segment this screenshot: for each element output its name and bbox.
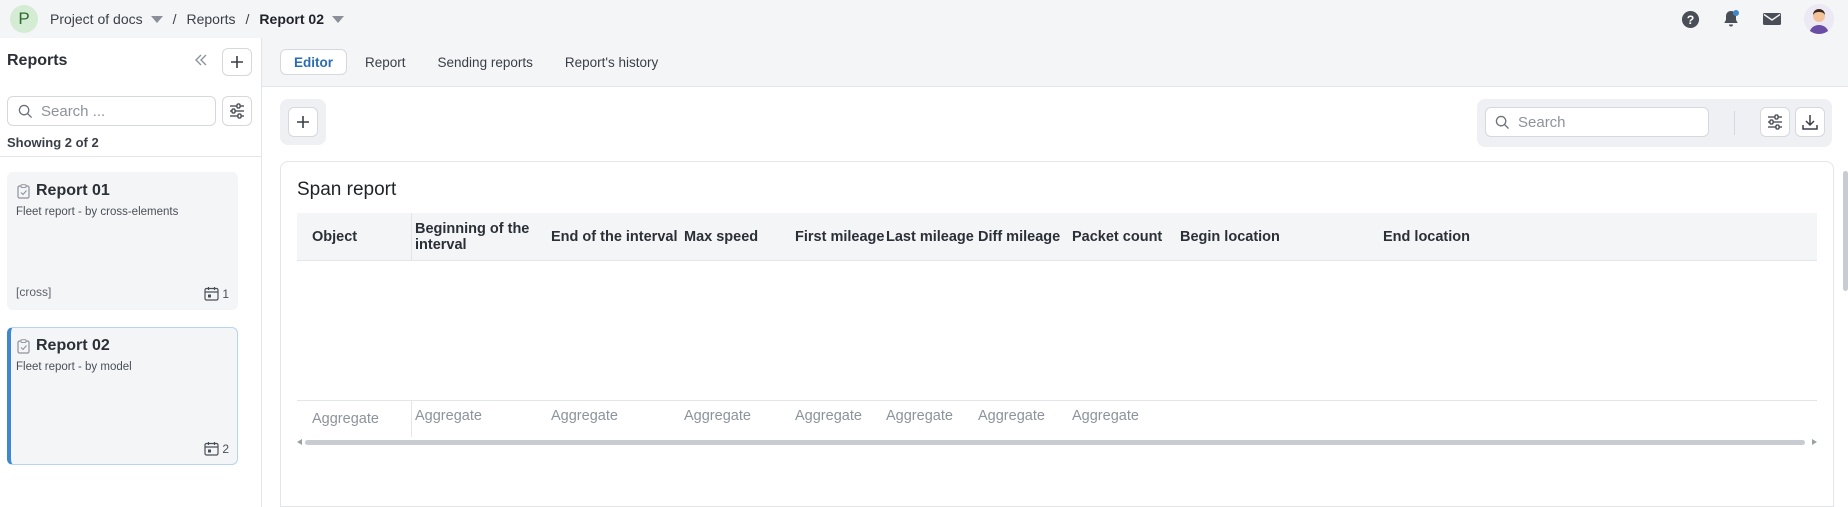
- column-header[interactable]: End of the interval: [551, 213, 678, 261]
- breadcrumb-separator: /: [172, 11, 177, 27]
- chevron-down-icon[interactable]: [150, 15, 163, 23]
- column-header[interactable]: Max speed: [684, 213, 758, 261]
- aggregate-cell[interactable]: Aggregate: [978, 401, 1045, 431]
- tab-report[interactable]: Report: [351, 49, 420, 75]
- column-header[interactable]: Object: [297, 213, 412, 261]
- aggregate-cell[interactable]: Aggregate: [297, 401, 412, 437]
- column-header[interactable]: Beginning of the interval: [415, 213, 543, 261]
- calendar-icon: [204, 287, 219, 301]
- report-card-report-02[interactable]: Report 02 Fleet report - by model 2: [7, 327, 238, 465]
- download-button[interactable]: [1795, 107, 1825, 137]
- column-header[interactable]: First mileage: [795, 213, 884, 261]
- scroll-left-icon[interactable]: [297, 439, 302, 445]
- sidebar-search-input[interactable]: [41, 102, 201, 120]
- main-area: Editor Report Sending reports Report's h…: [262, 38, 1848, 507]
- sidebar-filter-button[interactable]: [222, 96, 252, 126]
- column-header[interactable]: Begin location: [1180, 213, 1280, 261]
- editor-content: Span report Object Beginning of the inte…: [262, 87, 1848, 507]
- table-search[interactable]: [1485, 107, 1709, 137]
- aggregate-row: Aggregate Aggregate Aggregate Aggregate …: [297, 400, 1817, 437]
- horizontal-scrollbar[interactable]: [297, 438, 1817, 446]
- breadcrumb-current[interactable]: Report 02: [259, 11, 324, 27]
- report-count: 2: [204, 441, 229, 456]
- column-header[interactable]: Last mileage: [886, 213, 974, 261]
- scroll-right-icon[interactable]: [1812, 439, 1817, 445]
- report-subtitle: Fleet report - by model: [16, 361, 132, 373]
- svg-text:?: ?: [1686, 12, 1694, 26]
- tab-bar: Editor Report Sending reports Report's h…: [280, 49, 676, 75]
- tab-editor[interactable]: Editor: [280, 49, 347, 75]
- tab-sending-reports[interactable]: Sending reports: [424, 49, 547, 75]
- breadcrumb: Project of docs / Reports / Report 02: [50, 11, 344, 27]
- search-icon: [1495, 115, 1510, 129]
- report-count-value: 2: [222, 441, 229, 456]
- aggregate-cell[interactable]: Aggregate: [1072, 401, 1139, 431]
- sidebar-title: Reports: [7, 52, 68, 69]
- calendar-icon: [204, 442, 219, 456]
- chevron-down-icon[interactable]: [332, 15, 344, 23]
- tab-reports-history[interactable]: Report's history: [551, 49, 672, 75]
- right-toolbar: [1477, 99, 1832, 147]
- vertical-scrollbar[interactable]: [1843, 161, 1848, 507]
- report-count-value: 1: [222, 286, 229, 301]
- add-element-button[interactable]: [288, 107, 318, 137]
- divider: [1734, 111, 1735, 135]
- aggregate-cell[interactable]: Aggregate: [886, 401, 953, 431]
- mail-icon[interactable]: [1762, 9, 1782, 29]
- report-title: Report 02: [17, 337, 110, 355]
- collapse-sidebar-icon[interactable]: [193, 52, 211, 70]
- table-header: Object Beginning of the interval End of …: [297, 213, 1817, 261]
- sliders-icon: [230, 103, 244, 119]
- results-count: Showing 2 of 2: [7, 135, 99, 150]
- report-subtitle: Fleet report - by cross-elements: [16, 206, 179, 218]
- bell-icon[interactable]: [1721, 9, 1741, 29]
- sliders-icon: [1768, 114, 1782, 130]
- aggregate-cell[interactable]: Aggregate: [551, 401, 618, 431]
- scrollbar-thumb[interactable]: [305, 440, 1805, 445]
- search-icon: [18, 104, 33, 118]
- download-icon: [1802, 115, 1818, 130]
- clipboard-icon: [17, 183, 30, 199]
- divider: [0, 156, 261, 157]
- aggregate-cell[interactable]: Aggregate: [795, 401, 862, 431]
- breadcrumb-section[interactable]: Reports: [187, 11, 236, 27]
- plus-icon: [231, 56, 243, 68]
- column-header[interactable]: Packet count: [1072, 213, 1162, 261]
- aggregate-cell[interactable]: Aggregate: [415, 401, 482, 431]
- report-tag: [cross]: [16, 285, 52, 299]
- top-bar: P Project of docs / Reports / Report 02 …: [0, 0, 1848, 38]
- column-header[interactable]: End location: [1383, 213, 1470, 261]
- breadcrumb-separator: /: [245, 11, 250, 27]
- project-avatar[interactable]: P: [10, 5, 38, 33]
- sidebar: Reports Showing 2 of 2 Report 01 Fleet r…: [0, 38, 262, 507]
- column-header[interactable]: Diff mileage: [978, 213, 1060, 261]
- user-avatar[interactable]: [1804, 4, 1834, 34]
- panel-title: Span report: [297, 179, 397, 200]
- table-search-input[interactable]: [1518, 113, 1698, 131]
- report-title: Report 01: [17, 182, 110, 200]
- left-toolbar: [280, 99, 326, 145]
- add-report-button[interactable]: [222, 48, 252, 76]
- report-panel: Span report Object Beginning of the inte…: [280, 161, 1834, 507]
- clipboard-icon: [17, 338, 30, 354]
- report-card-report-01[interactable]: Report 01 Fleet report - by cross-elemen…: [7, 172, 238, 310]
- report-title-text: Report 02: [36, 337, 110, 354]
- scrollbar-thumb[interactable]: [1843, 171, 1848, 291]
- report-count: 1: [204, 286, 229, 301]
- help-icon[interactable]: ?: [1680, 9, 1700, 29]
- table-settings-button[interactable]: [1760, 107, 1790, 137]
- breadcrumb-project[interactable]: Project of docs: [50, 11, 143, 27]
- plus-icon: [297, 116, 309, 128]
- aggregate-cell[interactable]: Aggregate: [684, 401, 751, 431]
- report-title-text: Report 01: [36, 182, 110, 199]
- sidebar-search[interactable]: [7, 96, 216, 126]
